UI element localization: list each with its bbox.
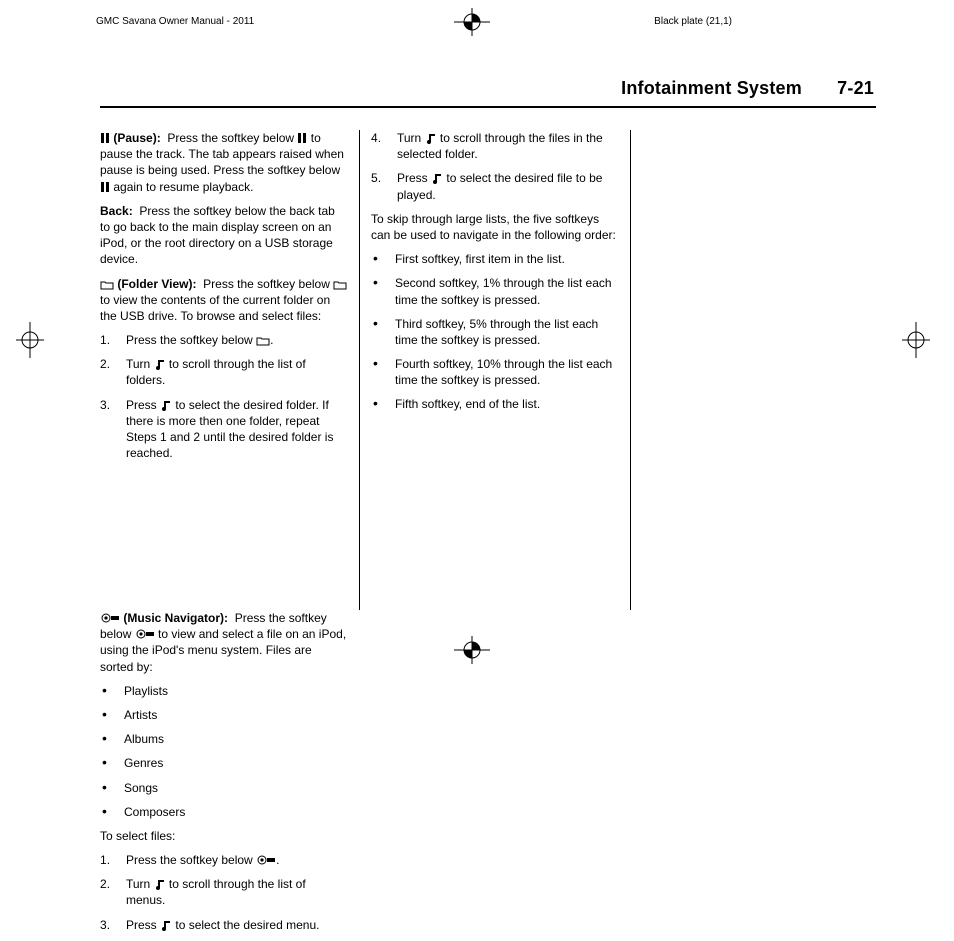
navigator-icon	[256, 854, 276, 866]
list-item: First softkey, first item in the list.	[371, 251, 619, 267]
select-files-label: To select files:	[100, 828, 348, 844]
list-item: Fifth softkey, end of the list.	[371, 396, 619, 412]
navigator-label: (Music Navigator):	[123, 611, 228, 625]
list-item: Genres	[100, 755, 348, 771]
step-tail: to select the desired menu.	[175, 918, 319, 932]
section-rule	[100, 106, 876, 108]
category-list: Playlists Artists Albums Genres Songs Co…	[100, 683, 348, 820]
section-heading: Infotainment System 7-21	[621, 78, 874, 99]
music-note-icon	[154, 878, 166, 890]
section-name: Infotainment System	[621, 78, 802, 98]
pause-icon	[100, 132, 110, 144]
step-tail: to select the desired folder. If there i…	[126, 398, 333, 461]
list-item: Turn to scroll through the list of folde…	[100, 356, 348, 388]
pause-icon	[297, 132, 307, 144]
step-text: Turn	[126, 877, 150, 891]
list-item: Albums	[100, 731, 348, 747]
column-separator	[359, 130, 360, 610]
music-note-icon	[160, 399, 172, 411]
back-label: Back:	[100, 204, 133, 218]
pause-label: (Pause):	[113, 131, 160, 145]
registration-mark-right	[902, 322, 930, 358]
step-text: Press	[397, 171, 428, 185]
column-separator	[630, 130, 631, 610]
music-note-icon	[160, 919, 172, 931]
folder-icon	[256, 336, 270, 346]
plate-label: Black plate (21,1)	[654, 16, 732, 27]
navigator-icon	[100, 612, 120, 624]
list-item: Press to select the desired file to be p…	[371, 170, 619, 202]
list-item: Songs	[100, 780, 348, 796]
list-item: Fourth softkey, 10% through the list eac…	[371, 356, 619, 388]
column-3: (Music Navigator): Press the softkey bel…	[100, 610, 348, 941]
music-note-icon	[431, 172, 443, 184]
folder-steps-cont: Turn to scroll through the files in the …	[371, 130, 619, 203]
step-text: Turn	[126, 357, 150, 371]
folder-text-1: Press the softkey below	[203, 277, 330, 291]
folder-icon	[333, 280, 347, 290]
step-text: Press	[126, 398, 157, 412]
step-text: Press	[126, 918, 157, 932]
softkey-list: First softkey, first item in the list. S…	[371, 251, 619, 413]
list-item: Turn to scroll through the files in the …	[371, 130, 619, 162]
step-tail: .	[270, 333, 273, 347]
music-note-icon	[425, 132, 437, 144]
registration-mark-left	[16, 322, 44, 358]
folder-text-2: to view the contents of the current fold…	[100, 293, 330, 323]
list-item: Turn to scroll through the list of menus…	[100, 876, 348, 908]
navigator-icon	[135, 628, 155, 640]
page-number: 7-21	[837, 78, 874, 99]
list-item: Press to select the desired folder. If t…	[100, 397, 348, 462]
pause-text-3: again to resume playback.	[113, 180, 253, 194]
list-item: Third softkey, 5% through the list each …	[371, 316, 619, 348]
list-item: Playlists	[100, 683, 348, 699]
step-text: Turn	[397, 131, 421, 145]
list-item: Press the softkey below .	[100, 332, 348, 348]
folder-icon	[100, 280, 114, 290]
pause-text-1: Press the softkey below	[167, 131, 294, 145]
step-text: Press the softkey below	[126, 333, 253, 347]
skip-para: To skip through large lists, the five so…	[371, 211, 619, 243]
pause-icon	[100, 181, 110, 193]
registration-mark-bottom	[454, 636, 490, 664]
column-2: Turn to scroll through the files in the …	[371, 130, 619, 421]
manual-title: GMC Savana Owner Manual - 2011	[96, 16, 254, 27]
list-item: Artists	[100, 707, 348, 723]
list-item: Second softkey, 1% through the list each…	[371, 275, 619, 307]
list-item: Press to select the desired menu.	[100, 917, 348, 933]
folder-label: (Folder View):	[117, 277, 196, 291]
music-note-icon	[154, 358, 166, 370]
list-item: Composers	[100, 804, 348, 820]
step-tail: to select the desired file to be played.	[397, 171, 602, 201]
back-body: Press the softkey below the back tab to …	[100, 204, 335, 267]
step-tail: .	[276, 853, 279, 867]
select-steps: Press the softkey below . Turn to scroll…	[100, 852, 348, 933]
column-1: (Pause): Press the softkey below to paus…	[100, 130, 348, 469]
folder-steps: Press the softkey below . Turn to scroll…	[100, 332, 348, 461]
step-text: Press the softkey below	[126, 853, 253, 867]
list-item: Press the softkey below .	[100, 852, 348, 868]
